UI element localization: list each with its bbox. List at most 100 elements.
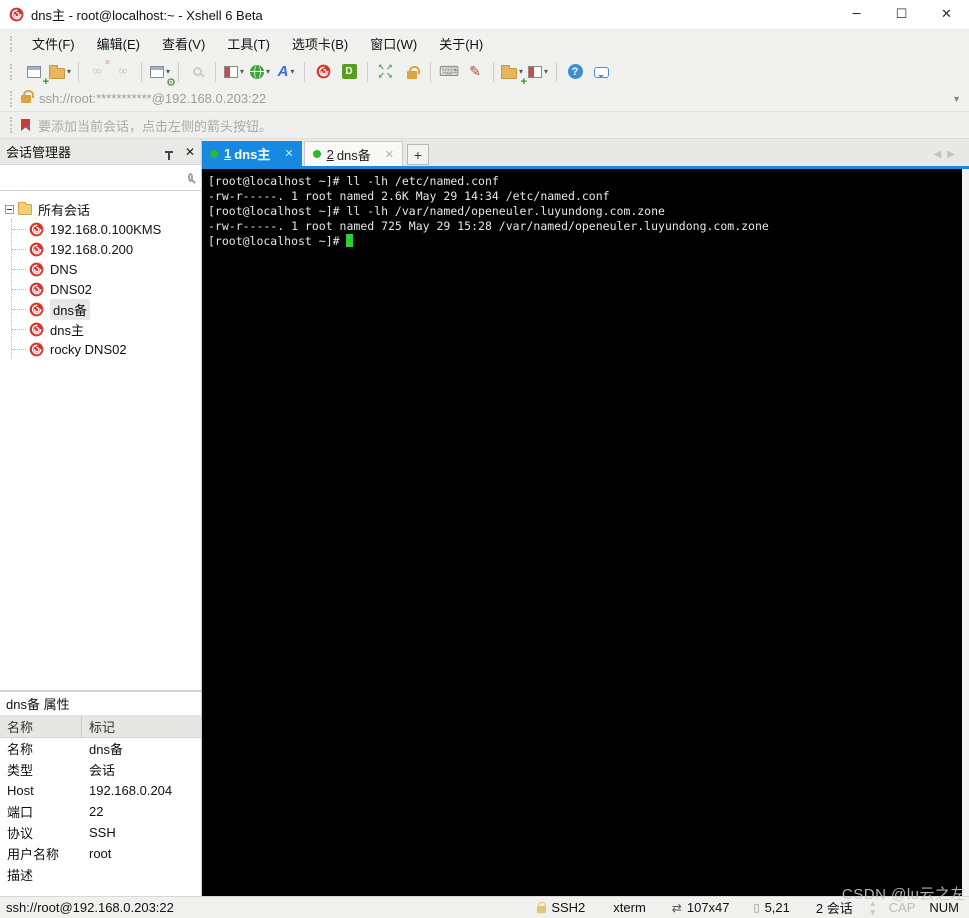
property-row[interactable]: Host 192.168.0.204 <box>0 780 201 801</box>
app-logo-icon <box>9 7 24 22</box>
reconnect-icon[interactable]: ∞ <box>111 60 135 84</box>
xshell-icon[interactable] <box>311 60 335 84</box>
font-icon[interactable]: A ▾ <box>274 60 298 84</box>
session-item[interactable]: DNS02 <box>12 279 201 299</box>
column-name[interactable]: 名称 <box>0 716 82 737</box>
tree-root-label[interactable]: 所有会话 <box>38 200 90 219</box>
status-connection: ssh://root@192.168.0.203:22 <box>6 900 174 915</box>
panel-close-icon[interactable]: ✕ <box>185 146 195 158</box>
add-session-flag-icon <box>21 119 30 131</box>
infobar-grip[interactable] <box>10 117 15 133</box>
collapse-icon[interactable] <box>5 204 14 214</box>
terminal-screen[interactable]: [root@localhost ~]# ll -lh /etc/named.co… <box>202 169 969 896</box>
tab-scroll-arrows[interactable]: ◀▶ <box>934 149 961 160</box>
session-properties-icon[interactable]: ⚙ ▾ <box>148 60 176 89</box>
virtual-keyboard-icon[interactable]: ⌨ <box>437 60 461 84</box>
menu-tools[interactable]: 工具(T) <box>216 31 281 56</box>
session-item[interactable]: dns主 <box>12 319 201 339</box>
address-bar[interactable]: ssh://root:***********@192.168.0.203:22 … <box>0 86 969 112</box>
addressbar-grip[interactable] <box>10 90 15 107</box>
info-bar: 要添加当前会话，点击左侧的箭头按钮。 <box>0 112 969 139</box>
close-button[interactable]: ✕ <box>924 0 969 29</box>
open-folder-icon[interactable]: ▾ <box>48 60 72 84</box>
session-label: DNS <box>50 261 78 277</box>
session-icon <box>29 281 44 297</box>
properties-column-header: 名称 标记 <box>0 716 201 738</box>
toolbar-separator <box>367 61 368 82</box>
tab-close-icon[interactable]: ✕ <box>284 147 293 160</box>
column-value[interactable]: 标记 <box>82 717 115 736</box>
session-item[interactable]: 192.168.0.200 <box>12 239 201 259</box>
session-label: dns主 <box>50 322 84 338</box>
minimize-button[interactable]: ─ <box>834 0 879 29</box>
session-item[interactable]: 192.168.0.100KMS <box>12 219 201 239</box>
toolbar-separator <box>493 61 494 82</box>
toolbar-separator <box>141 61 142 82</box>
encoding-globe-icon[interactable]: ▾ <box>248 60 272 84</box>
session-search-input[interactable] <box>0 165 188 190</box>
xftp-icon[interactable]: D <box>337 60 361 84</box>
property-row[interactable]: 名称 dns备 <box>0 738 201 759</box>
toolbar-separator <box>78 61 79 82</box>
feedback-icon[interactable] <box>589 60 613 84</box>
new-session-folder-icon[interactable]: + ▾ <box>500 60 527 87</box>
disconnect-icon[interactable]: ∞ ✕ <box>85 58 111 84</box>
toolbar-grip[interactable] <box>10 63 15 80</box>
terminal-scrollbar[interactable] <box>962 169 969 896</box>
pin-icon[interactable] <box>164 150 173 160</box>
status-terminal-type: xterm <box>613 900 646 915</box>
info-message: 要添加当前会话，点击左侧的箭头按钮。 <box>38 118 273 134</box>
menu-edit[interactable]: 编辑(E) <box>86 31 151 56</box>
folder-icon <box>18 201 32 215</box>
toolbar: + ▾ ∞ ✕ ∞ ⚙ ▾ ▾ ▾ A ▾ D ↖ ↗ ↙ ↘ ⌨ ✎ + ▾ ▾ ? <box>0 57 969 89</box>
session-manager-title: 会话管理器 <box>6 145 72 160</box>
split-panes-icon[interactable]: ▾ <box>526 60 550 84</box>
property-row[interactable]: 用户名称 root <box>0 843 201 864</box>
properties-title: dns备 属性 <box>0 692 201 716</box>
new-session-icon[interactable]: + <box>22 60 49 87</box>
properties-panel: dns备 属性 名称 标记 名称 dns备 类型 会话 Host 192.168.0.… <box>0 690 201 885</box>
menu-view[interactable]: 查看(V) <box>151 31 216 56</box>
terminal-prompt-line: [root@localhost ~]# <box>208 234 969 249</box>
find-icon[interactable] <box>185 60 209 84</box>
address-dropdown-icon[interactable]: ▼ <box>952 94 961 104</box>
session-item[interactable]: rocky DNS02 <box>12 339 201 359</box>
address-url[interactable]: ssh://root:***********@192.168.0.203:22 <box>39 91 266 106</box>
menu-file[interactable]: 文件(F) <box>21 31 86 56</box>
terminal-cursor <box>346 234 354 247</box>
layout-icon[interactable]: ▾ <box>222 60 246 84</box>
session-item[interactable]: DNS <box>12 259 201 279</box>
maximize-button[interactable]: ☐ <box>879 0 924 29</box>
property-row[interactable]: 描述 <box>0 864 201 885</box>
property-row[interactable]: 类型 会话 <box>0 759 201 780</box>
property-row[interactable]: 端口 22 <box>0 801 201 822</box>
add-tab-button[interactable]: + <box>407 144 429 165</box>
tab-dns-secondary[interactable]: 2 dns备 ✕ <box>303 141 403 166</box>
menu-window[interactable]: 窗口(W) <box>359 31 428 56</box>
property-row[interactable]: 协议 SSH <box>0 822 201 843</box>
status-cursor-position: ▯ 5,21 <box>753 900 790 915</box>
session-icon <box>29 341 44 357</box>
tab-strip: 1 dns主 ✕ 2 dns备 ✕ + ◀▶ <box>202 139 969 166</box>
tab-dns-primary[interactable]: 1 dns主 ✕ <box>202 141 302 166</box>
lock-screen-icon[interactable] <box>400 60 424 84</box>
resize-icon: ⇄ <box>671 900 682 915</box>
session-item-selected[interactable]: dns备 <box>12 298 201 320</box>
help-icon[interactable]: ? <box>563 60 587 84</box>
property-label: 名称 <box>7 742 34 757</box>
tree-root-row[interactable]: 所有会话 <box>0 199 201 219</box>
property-value: dns备 <box>89 742 123 757</box>
menu-help[interactable]: 关于(H) <box>428 31 494 56</box>
menubar-grip[interactable] <box>10 35 15 52</box>
tab-close-icon[interactable]: ✕ <box>385 148 394 161</box>
session-manager-header: 会话管理器 ✕ <box>0 139 201 165</box>
menu-tabs[interactable]: 选项卡(B) <box>281 31 359 56</box>
session-label: rocky DNS02 <box>50 341 127 357</box>
compose-pen-icon[interactable]: ✎ <box>463 60 487 84</box>
fullscreen-icon[interactable]: ↖ ↗ ↙ ↘ <box>374 60 398 84</box>
search-icon[interactable] <box>188 173 193 182</box>
terminal-prompt: [root@localhost ~]# <box>208 234 347 248</box>
property-value: 22 <box>89 804 104 819</box>
status-bar: ssh://root@192.168.0.203:22 SSH2 xterm ⇄… <box>0 896 969 918</box>
status-protocol: SSH2 <box>537 900 585 915</box>
